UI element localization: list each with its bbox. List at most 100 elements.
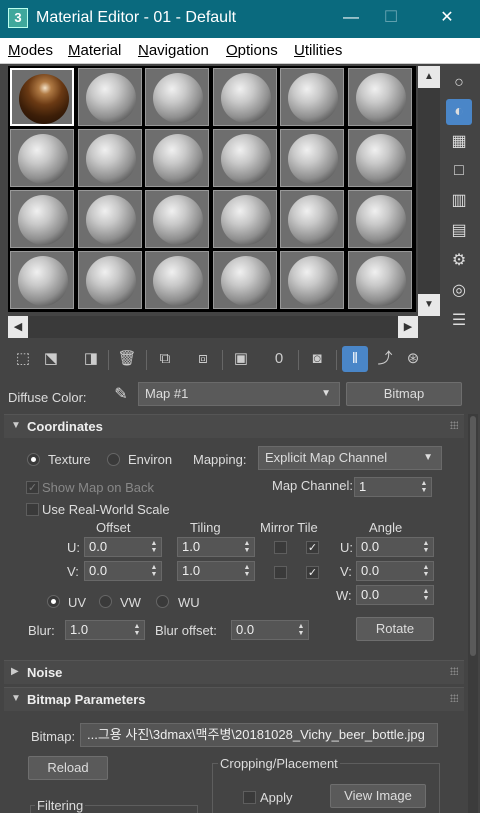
angle-u-spinner[interactable]: 0.0 ▲ ▼	[356, 537, 434, 557]
slots-vertical-scrollbar[interactable]: ▲ ▼	[418, 66, 440, 316]
material-map-navigator-icon[interactable]: ☰	[446, 308, 472, 334]
menu-material[interactable]: Material	[68, 42, 121, 59]
menu-modes[interactable]: Modes	[8, 42, 53, 59]
vw-radio[interactable]	[99, 595, 112, 608]
mirror-u-checkbox[interactable]	[274, 541, 287, 554]
spinner-arrows-icon[interactable]: ▲ ▼	[422, 540, 430, 554]
apply-checkbox[interactable]	[243, 791, 256, 804]
bitmap-path-button[interactable]: ...그용 사진\3dmax\맥주병\20181028_Vichy_beer_b…	[80, 723, 438, 747]
bitmap-parameters-rollout-header[interactable]: ▼ Bitmap Parameters	[4, 687, 464, 711]
mapping-dropdown[interactable]: Explicit Map Channel ▼	[258, 446, 442, 470]
material-sample-slot[interactable]	[280, 251, 344, 309]
material-sample-slot[interactable]	[347, 190, 412, 248]
show-map-on-back-checkbox[interactable]: ✓	[26, 481, 39, 494]
background-checker-icon[interactable]: ▦	[446, 129, 472, 155]
map-name-dropdown[interactable]: Map #1 ▼	[138, 382, 340, 406]
material-sample-slot[interactable]	[212, 190, 277, 248]
environ-radio[interactable]	[107, 453, 120, 466]
close-button[interactable]: ✕	[422, 0, 472, 38]
material-sample-slot[interactable]	[10, 129, 74, 187]
coordinates-rollout-header[interactable]: ▼ Coordinates	[4, 414, 464, 438]
noise-rollout-header[interactable]: ▶ Noise	[4, 660, 464, 684]
tile-u-checkbox[interactable]: ✓	[306, 541, 319, 554]
material-sample-slot[interactable]	[280, 190, 344, 248]
material-sample-slot[interactable]	[10, 190, 74, 248]
slots-horizontal-scrollbar[interactable]: ◀ ▶	[8, 316, 418, 338]
save-material-icon[interactable]: ▣	[228, 346, 254, 372]
material-sample-slot[interactable]	[280, 129, 344, 187]
make-unique-icon[interactable]: ⧉	[152, 346, 178, 372]
put-to-library-icon[interactable]: ⧈	[190, 346, 216, 372]
spinner-arrows-icon[interactable]: ▲ ▼	[243, 540, 251, 554]
material-sample-slot[interactable]	[10, 251, 74, 309]
spinner-arrows-icon[interactable]: ▲ ▼	[133, 623, 141, 637]
maximize-button[interactable]: ☐	[366, 0, 416, 38]
angle-v-spinner[interactable]: 0.0 ▲ ▼	[356, 561, 434, 581]
sample-type-sphere-icon[interactable]: ○	[446, 70, 472, 96]
angle-w-spinner[interactable]: 0.0 ▲ ▼	[356, 585, 434, 605]
material-sample-slot[interactable]	[145, 190, 209, 248]
material-sample-slot[interactable]	[145, 251, 209, 309]
sample-uv-tiling-icon[interactable]: □	[446, 158, 472, 184]
mirror-v-checkbox[interactable]	[274, 566, 287, 579]
eyedropper-icon[interactable]: ✎	[110, 384, 132, 406]
reset-map-icon[interactable]: 🗑	[114, 346, 140, 372]
show-shaded-material-icon[interactable]: ◙	[304, 346, 330, 372]
material-sample-slot[interactable]	[212, 129, 277, 187]
get-material-icon[interactable]: ⬚	[10, 346, 36, 372]
material-sample-slot[interactable]	[145, 68, 209, 126]
menu-options[interactable]: Options	[226, 42, 278, 59]
scroll-left-icon[interactable]: ◀	[8, 316, 28, 338]
spinner-arrows-icon[interactable]: ▲ ▼	[150, 564, 158, 578]
map-type-button[interactable]: Bitmap	[346, 382, 462, 406]
material-sample-slot[interactable]	[212, 68, 277, 126]
material-sample-slot[interactable]	[145, 129, 209, 187]
blur-offset-spinner[interactable]: 0.0 ▲ ▼	[231, 620, 309, 640]
backlight-icon[interactable]: ◐	[446, 99, 472, 125]
scroll-up-icon[interactable]: ▲	[418, 66, 440, 88]
offset-u-spinner[interactable]: 0.0 ▲ ▼	[84, 537, 162, 557]
go-forward-to-sibling-icon[interactable]: ⊛	[400, 346, 426, 372]
video-color-check-icon[interactable]: ▥	[446, 188, 472, 214]
real-world-scale-checkbox[interactable]	[26, 503, 39, 516]
material-sample-slot[interactable]	[77, 190, 142, 248]
scroll-right-icon[interactable]: ▶	[398, 316, 418, 338]
material-sample-slot[interactable]	[347, 129, 412, 187]
spinner-arrows-icon[interactable]: ▲ ▼	[297, 623, 305, 637]
material-sample-slot[interactable]	[10, 68, 74, 126]
make-preview-icon[interactable]: ▤	[446, 218, 472, 244]
spinner-arrows-icon[interactable]: ▲ ▼	[422, 588, 430, 602]
rollout-scrollbar[interactable]	[468, 414, 478, 813]
view-image-button[interactable]: View Image	[330, 784, 426, 808]
material-sample-slot[interactable]	[212, 251, 277, 309]
menu-navigation[interactable]: Navigation	[138, 42, 209, 59]
material-sample-slot[interactable]	[347, 68, 412, 126]
spinner-arrows-icon[interactable]: ▲ ▼	[420, 480, 428, 494]
material-sample-slot[interactable]	[280, 68, 344, 126]
tile-v-checkbox[interactable]: ✓	[306, 566, 319, 579]
spinner-arrows-icon[interactable]: ▲ ▼	[243, 564, 251, 578]
spinner-arrows-icon[interactable]: ▲ ▼	[422, 564, 430, 578]
select-by-material-icon[interactable]: ◎	[446, 278, 472, 304]
wu-radio[interactable]	[156, 595, 169, 608]
rotate-button[interactable]: Rotate	[356, 617, 434, 641]
material-sample-slot[interactable]	[347, 251, 412, 309]
assign-to-selection-icon[interactable]: ◨	[78, 346, 104, 372]
spinner-arrows-icon[interactable]: ▲ ▼	[150, 540, 158, 554]
material-id-channel[interactable]: 0	[266, 346, 292, 372]
scrollbar-thumb[interactable]	[470, 416, 476, 656]
texture-radio[interactable]	[27, 453, 40, 466]
scroll-down-icon[interactable]: ▼	[418, 294, 440, 316]
tiling-u-spinner[interactable]: 1.0 ▲ ▼	[177, 537, 255, 557]
put-material-icon[interactable]: ⬔	[38, 346, 64, 372]
go-to-parent-icon[interactable]: ⤴	[372, 346, 398, 372]
uv-radio[interactable]	[47, 595, 60, 608]
options-icon[interactable]: ⚙	[446, 248, 472, 274]
material-sample-slot[interactable]	[77, 68, 142, 126]
blur-spinner[interactable]: 1.0 ▲ ▼	[65, 620, 145, 640]
offset-v-spinner[interactable]: 0.0 ▲ ▼	[84, 561, 162, 581]
show-end-result-icon[interactable]: ‖	[342, 346, 368, 372]
reload-button[interactable]: Reload	[28, 756, 108, 780]
material-sample-slot[interactable]	[77, 129, 142, 187]
material-sample-slot[interactable]	[77, 251, 142, 309]
